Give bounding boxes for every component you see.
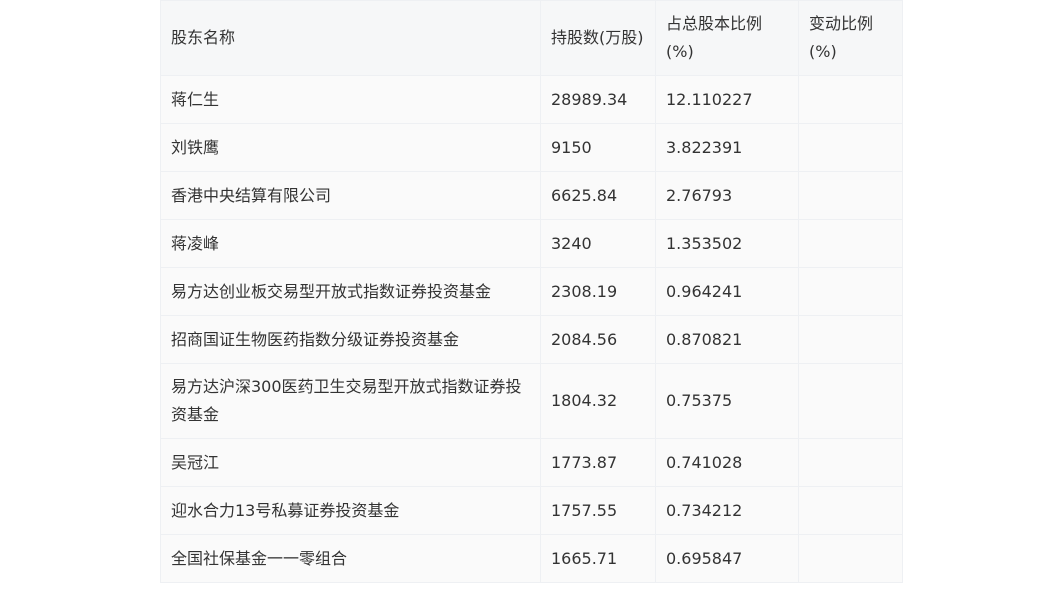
table-row: 全国社保基金一一零组合 1665.71 0.695847 xyxy=(160,534,903,583)
cell-shares-held: 28989.34 xyxy=(540,75,656,124)
cell-shares-held: 2084.56 xyxy=(540,315,656,364)
cell-change-ratio xyxy=(798,363,903,439)
cell-shares-held: 1757.55 xyxy=(540,486,656,535)
shareholder-table-container: 股东名称 持股数(万股) 占总股本比例(%) 变动比例(%) 蒋仁生 28989… xyxy=(160,0,903,583)
cell-shareholder-name: 易方达沪深300医药卫生交易型开放式指数证券投资基金 xyxy=(160,363,541,439)
cell-change-ratio xyxy=(798,75,903,124)
cell-change-ratio xyxy=(798,171,903,220)
table-row: 刘铁鹰 9150 3.822391 xyxy=(160,123,903,172)
shareholder-table: 股东名称 持股数(万股) 占总股本比例(%) 变动比例(%) 蒋仁生 28989… xyxy=(160,0,903,583)
cell-change-ratio xyxy=(798,267,903,316)
cell-share-ratio: 1.353502 xyxy=(655,219,799,268)
table-row: 招商国证生物医药指数分级证券投资基金 2084.56 0.870821 xyxy=(160,315,903,364)
cell-shareholder-name: 蒋凌峰 xyxy=(160,219,541,268)
table-row: 吴冠江 1773.87 0.741028 xyxy=(160,438,903,487)
header-shares-held: 持股数(万股) xyxy=(540,0,656,76)
cell-shares-held: 1665.71 xyxy=(540,534,656,583)
table-row: 易方达创业板交易型开放式指数证券投资基金 2308.19 0.964241 xyxy=(160,267,903,316)
cell-share-ratio: 3.822391 xyxy=(655,123,799,172)
cell-share-ratio: 0.741028 xyxy=(655,438,799,487)
cell-shareholder-name: 吴冠江 xyxy=(160,438,541,487)
cell-share-ratio: 12.110227 xyxy=(655,75,799,124)
cell-shares-held: 1773.87 xyxy=(540,438,656,487)
cell-change-ratio xyxy=(798,315,903,364)
cell-share-ratio: 0.964241 xyxy=(655,267,799,316)
cell-shareholder-name: 刘铁鹰 xyxy=(160,123,541,172)
cell-shareholder-name: 易方达创业板交易型开放式指数证券投资基金 xyxy=(160,267,541,316)
table-row: 香港中央结算有限公司 6625.84 2.76793 xyxy=(160,171,903,220)
cell-share-ratio: 0.870821 xyxy=(655,315,799,364)
table-row: 蒋凌峰 3240 1.353502 xyxy=(160,219,903,268)
cell-shareholder-name: 全国社保基金一一零组合 xyxy=(160,534,541,583)
cell-change-ratio xyxy=(798,486,903,535)
table-header-row: 股东名称 持股数(万股) 占总股本比例(%) 变动比例(%) xyxy=(160,0,903,76)
cell-shares-held: 2308.19 xyxy=(540,267,656,316)
cell-shareholder-name: 蒋仁生 xyxy=(160,75,541,124)
cell-share-ratio: 2.76793 xyxy=(655,171,799,220)
header-share-ratio: 占总股本比例(%) xyxy=(655,0,799,76)
cell-change-ratio xyxy=(798,534,903,583)
cell-shares-held: 3240 xyxy=(540,219,656,268)
header-change-ratio: 变动比例(%) xyxy=(798,0,903,76)
cell-share-ratio: 0.734212 xyxy=(655,486,799,535)
table-row: 蒋仁生 28989.34 12.110227 xyxy=(160,75,903,124)
table-row: 迎水合力13号私募证券投资基金 1757.55 0.734212 xyxy=(160,486,903,535)
cell-change-ratio xyxy=(798,123,903,172)
cell-share-ratio: 0.75375 xyxy=(655,363,799,439)
table-row: 易方达沪深300医药卫生交易型开放式指数证券投资基金 1804.32 0.753… xyxy=(160,363,903,439)
cell-shares-held: 9150 xyxy=(540,123,656,172)
header-shareholder-name: 股东名称 xyxy=(160,0,541,76)
cell-shares-held: 1804.32 xyxy=(540,363,656,439)
cell-shareholder-name: 招商国证生物医药指数分级证券投资基金 xyxy=(160,315,541,364)
cell-shareholder-name: 香港中央结算有限公司 xyxy=(160,171,541,220)
cell-shareholder-name: 迎水合力13号私募证券投资基金 xyxy=(160,486,541,535)
cell-change-ratio xyxy=(798,438,903,487)
cell-change-ratio xyxy=(798,219,903,268)
cell-share-ratio: 0.695847 xyxy=(655,534,799,583)
cell-shares-held: 6625.84 xyxy=(540,171,656,220)
